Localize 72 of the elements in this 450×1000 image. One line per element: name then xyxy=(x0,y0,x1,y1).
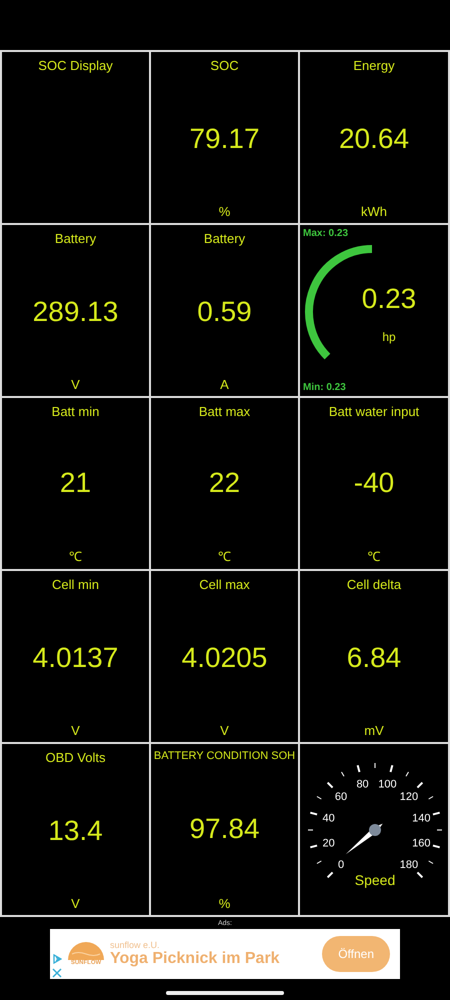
tile-unit: V xyxy=(71,723,80,738)
scale-label: 40 xyxy=(322,812,335,825)
advertiser-name: sunflow e.U. xyxy=(110,940,161,950)
max-label: Max: 0.23 xyxy=(303,228,348,239)
tile-title: Cell max xyxy=(199,577,250,592)
gauge-tile[interactable]: Max: 0.23 0.23 hp Min: 0.23 xyxy=(300,225,448,396)
needle xyxy=(346,824,383,854)
tile-title: OBD Volts xyxy=(46,750,106,765)
tile-value: 289.13 xyxy=(32,296,118,328)
scale-label: 0 xyxy=(338,858,344,871)
tile-unit: % xyxy=(218,896,230,911)
tile-unit: kWh xyxy=(361,204,387,219)
close-icon[interactable] xyxy=(52,968,62,978)
tile-unit: mV xyxy=(364,723,384,738)
tile-title: SOC xyxy=(210,58,239,73)
tile-unit: ℃ xyxy=(368,548,380,565)
tile-unit: hp xyxy=(381,330,397,344)
gauge-tile[interactable]: Cell min 4.0137 V xyxy=(2,571,149,742)
tile-title: Batt min xyxy=(52,404,100,419)
tile-value: 13.4 xyxy=(48,814,103,846)
tile-value: 4.0137 xyxy=(32,642,118,674)
tile-unit: A xyxy=(220,377,229,392)
tile-value: 20.64 xyxy=(338,122,410,154)
gauge-tile[interactable]: Cell delta 6.84 mV xyxy=(300,571,448,742)
tile-title: Battery xyxy=(54,231,96,246)
scale-label: 20 xyxy=(322,837,335,850)
tile-unit: V xyxy=(220,723,229,738)
tile-title: SOC Display xyxy=(38,58,113,73)
tile-title: Battery xyxy=(204,231,246,246)
tile-title: Batt max xyxy=(198,404,250,419)
gauge-label: Speed xyxy=(354,872,396,888)
scale-label: 100 xyxy=(378,778,397,791)
scale-label: 80 xyxy=(356,778,369,791)
gauge-tile[interactable]: Battery 0.59 A xyxy=(151,225,298,396)
tile-value: 0.23 xyxy=(360,283,418,315)
tile-unit: % xyxy=(218,204,230,219)
tile-unit: ℃ xyxy=(69,548,82,565)
gauge-tile[interactable]: Batt max 22 ℃ xyxy=(151,398,298,569)
tile-value: 6.84 xyxy=(346,642,402,674)
gauge-tile[interactable]: Batt min 21 ℃ xyxy=(2,398,149,569)
sun-logo-icon xyxy=(68,942,104,960)
tile-title: Batt water input xyxy=(328,404,420,419)
scale-label: 180 xyxy=(400,858,418,871)
gauge-tile[interactable]: Batt water input -40 ℃ xyxy=(300,398,448,569)
tile-title: Energy xyxy=(353,58,395,73)
tile-value: 22 xyxy=(208,467,240,499)
gauge-tile[interactable]: SOC 79.17 % xyxy=(151,52,298,223)
tile-unit: V xyxy=(71,377,80,392)
adchoices-icon[interactable] xyxy=(52,954,62,964)
tile-unit: ℃ xyxy=(218,548,231,565)
gauge-tile[interactable]: Battery 289.13 V xyxy=(2,225,149,396)
tile-value: 79.17 xyxy=(189,122,260,154)
gauge-tile[interactable]: BATTERY CONDITION SOH 97.84 % xyxy=(151,744,298,915)
tile-value: 0.59 xyxy=(197,296,252,328)
tile-value: -40 xyxy=(354,467,394,499)
gauge-tile[interactable]: 0 20 40 60 80 100 120 140 160 180 Speed xyxy=(300,744,448,915)
tile-unit: V xyxy=(71,896,80,911)
tile-title: Cell delta xyxy=(346,577,402,592)
tile-value: 21 xyxy=(60,467,92,499)
tile-value: 4.0205 xyxy=(182,642,268,674)
tile-title: BATTERY CONDITION SOH xyxy=(154,750,296,762)
gauge-tile[interactable]: OBD Volts 13.4 V xyxy=(2,744,149,915)
tile-value: 97.84 xyxy=(189,813,260,845)
scale-label: 140 xyxy=(412,812,431,825)
gauge-tile[interactable]: Cell max 4.0205 V xyxy=(151,571,298,742)
gauge-tile[interactable]: Energy 20.64 kWh xyxy=(300,52,448,223)
scale-label: 60 xyxy=(334,791,348,804)
scale-label: 160 xyxy=(412,837,431,850)
gauge-tile[interactable]: SOC Display xyxy=(2,52,149,223)
min-label: Min: 0.23 xyxy=(303,382,346,393)
scale-label: 120 xyxy=(400,791,418,804)
tile-title: Cell min xyxy=(52,577,99,592)
